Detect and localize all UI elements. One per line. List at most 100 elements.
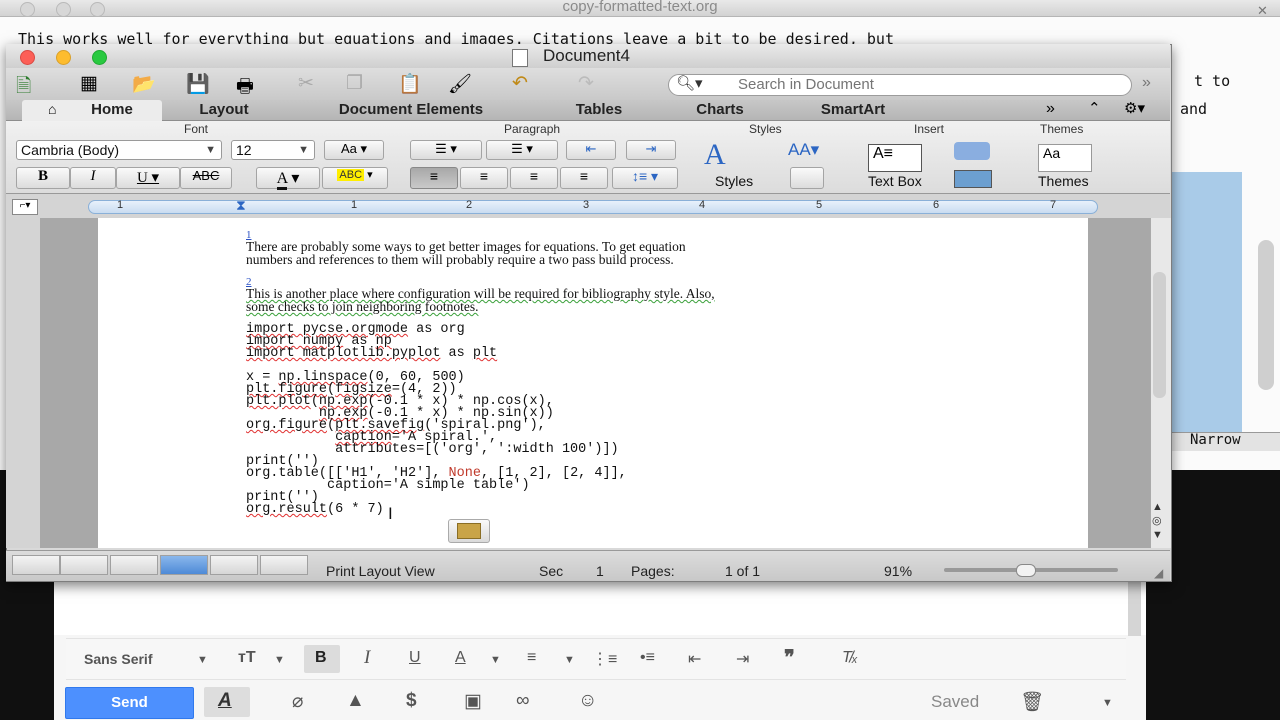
underline-button[interactable]: U ▾: [116, 167, 180, 189]
chevron-down-icon[interactable]: ▼: [197, 654, 208, 666]
style-pane-button[interactable]: [790, 167, 824, 189]
word-minimize-button[interactable]: [56, 50, 71, 65]
chevron-down-icon[interactable]: ▼: [274, 654, 285, 666]
quote-icon[interactable]: ❞: [784, 645, 795, 670]
scrollbar-thumb[interactable]: [1153, 272, 1166, 398]
themes-icon[interactable]: Aa: [1038, 144, 1092, 172]
shape-icon[interactable]: [954, 142, 990, 160]
save-icon[interactable]: 💾: [186, 72, 214, 96]
photo-icon[interactable]: ▣: [464, 690, 482, 713]
align-icon[interactable]: ≡: [527, 649, 536, 667]
emacs-window-title: copy-formatted-text.org: [562, 0, 718, 15]
templates-icon[interactable]: ▦: [80, 72, 108, 96]
chevron-down-icon[interactable]: ▼: [490, 654, 501, 666]
search-input[interactable]: [738, 76, 1118, 92]
chevron-down-icon[interactable]: ▼: [1102, 697, 1113, 709]
formatting-icon[interactable]: A: [218, 690, 232, 712]
remove-formatting-icon[interactable]: T̸ₓ: [842, 649, 858, 667]
zoom-slider-handle[interactable]: [1016, 564, 1036, 577]
gmail-font-select[interactable]: Sans Serif: [84, 651, 152, 667]
gmail-scrollbar[interactable]: [1128, 578, 1141, 636]
more-tabs-icon[interactable]: »: [1046, 100, 1055, 118]
strikethrough-button[interactable]: ABC: [180, 167, 232, 189]
align-center-button[interactable]: ≡: [460, 167, 508, 189]
text-size-icon[interactable]: ᴛT: [238, 649, 256, 667]
gmail-compose-body[interactable]: [54, 575, 1146, 635]
focus-view-button[interactable]: [260, 555, 308, 575]
notebook-view-button[interactable]: [210, 555, 258, 575]
copy-icon[interactable]: ❐: [346, 72, 374, 96]
align-right-button[interactable]: ≡: [510, 167, 558, 189]
tab-layout[interactable]: Layout: [164, 100, 284, 120]
cut-icon[interactable]: ✂: [298, 72, 326, 96]
tab-charts[interactable]: Charts: [660, 100, 780, 120]
indent-more-icon[interactable]: ⇥: [736, 649, 749, 669]
redo-icon[interactable]: ↷: [578, 72, 606, 96]
italic-button[interactable]: I: [70, 167, 116, 189]
themes-button-label[interactable]: Themes: [1038, 173, 1089, 189]
resize-grip-icon[interactable]: ◢: [1154, 566, 1163, 580]
collapse-ribbon-icon[interactable]: ⌃: [1088, 99, 1101, 117]
increase-indent-button[interactable]: ⇥: [626, 140, 676, 160]
italic-icon[interactable]: I: [364, 647, 370, 669]
search-icon[interactable]: 🔍︎▾: [676, 74, 703, 92]
text-color-icon[interactable]: A: [455, 649, 466, 667]
link-icon[interactable]: ∞: [516, 690, 530, 712]
format-painter-icon[interactable]: 🖌: [448, 72, 476, 96]
new-document-icon[interactable]: 🗎: [16, 72, 44, 97]
line-spacing-button[interactable]: ↕≡ ▾: [612, 167, 678, 189]
align-left-button[interactable]: ≡: [410, 167, 458, 189]
word-zoom-button[interactable]: [92, 50, 107, 65]
outline-view-button[interactable]: [60, 555, 108, 575]
bold-icon[interactable]: B: [315, 649, 327, 667]
numbered-list-icon[interactable]: ⋮≡: [592, 649, 617, 669]
justify-button[interactable]: ≡: [560, 167, 608, 189]
close-icon[interactable]: ✕: [1257, 3, 1268, 19]
font-size-select[interactable]: 12 ▼: [231, 140, 315, 160]
emacs-text-fragment: t to: [1194, 72, 1231, 90]
decrease-indent-button[interactable]: ⇤: [566, 140, 616, 160]
print-icon[interactable]: 🖶: [236, 72, 264, 97]
indent-less-icon[interactable]: ⇤: [688, 649, 701, 669]
word-close-button[interactable]: [20, 50, 35, 65]
textbox-icon[interactable]: A≡: [868, 144, 922, 172]
underline-icon[interactable]: U: [409, 649, 421, 667]
font-name-select[interactable]: Cambria (Body) ▼: [16, 140, 222, 160]
paste-icon[interactable]: 📋: [398, 72, 426, 96]
gear-icon[interactable]: ⚙▾: [1124, 99, 1145, 117]
textbox-button-label[interactable]: Text Box: [868, 173, 922, 189]
undo-icon[interactable]: ↶: [512, 72, 540, 96]
bulleted-list-icon[interactable]: •≡: [640, 649, 655, 667]
trash-icon[interactable]: 🗑: [1020, 690, 1044, 714]
tab-tables[interactable]: Tables: [540, 100, 658, 120]
chevron-down-icon[interactable]: ▼: [564, 654, 575, 666]
paste-options-icon[interactable]: [448, 519, 490, 543]
change-case-button[interactable]: Aa ▾: [324, 140, 384, 160]
attach-icon[interactable]: ⌀: [292, 690, 303, 713]
text-effects-icon[interactable]: AA▾: [788, 140, 819, 160]
highlight-button[interactable]: ABC ▾: [322, 167, 388, 189]
bullets-button[interactable]: ☰ ▾: [410, 140, 482, 160]
picture-icon[interactable]: [954, 170, 992, 188]
styles-icon[interactable]: A: [704, 138, 726, 172]
open-folder-icon[interactable]: 📂: [132, 72, 160, 96]
page-nav-icons[interactable]: ▲ ◎ ▼: [1152, 500, 1163, 542]
print-layout-view-button[interactable]: [160, 555, 208, 575]
publishing-view-button[interactable]: [110, 555, 158, 575]
indent-marker-icon[interactable]: ⧗: [236, 197, 250, 217]
emoji-icon[interactable]: ☺: [578, 690, 597, 712]
font-color-button[interactable]: A ▾: [256, 167, 320, 190]
drive-icon[interactable]: ▲: [346, 690, 365, 712]
bold-button[interactable]: B: [16, 167, 70, 189]
money-icon[interactable]: $: [406, 690, 417, 712]
tab-home[interactable]: Home: [72, 100, 152, 120]
send-button[interactable]: Send: [65, 687, 194, 719]
toolbar-overflow-icon[interactable]: »: [1142, 74, 1151, 92]
styles-button-label[interactable]: Styles: [715, 173, 753, 189]
draft-view-button[interactable]: [12, 555, 60, 575]
numbering-button[interactable]: ☰ ▾: [486, 140, 558, 160]
emacs-scrollbar[interactable]: [1258, 240, 1274, 390]
tab-stop-selector[interactable]: ⌐▾: [12, 199, 38, 215]
tab-smartart[interactable]: SmartArt: [782, 100, 924, 120]
tab-document-elements[interactable]: Document Elements: [286, 100, 536, 120]
